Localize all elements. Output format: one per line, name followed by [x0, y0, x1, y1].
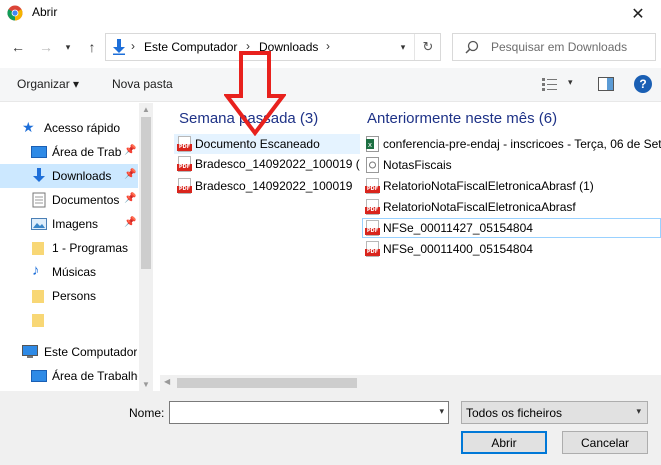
star-icon: ★ — [22, 119, 35, 135]
sidebar-item-1-programas[interactable]: 1 - Programas — [0, 236, 138, 260]
documents-icon — [32, 192, 46, 208]
list-item[interactable]: NotasFiscais — [362, 155, 661, 175]
pin-icon: 📌 — [124, 193, 137, 204]
close-icon: ✕ — [631, 5, 645, 23]
refresh-button[interactable]: ↻ — [414, 34, 441, 60]
sidebar-scrollbar[interactable]: ▲ ▼ — [139, 103, 153, 391]
sidebar-item-acesso-rapido[interactable]: ★ Acesso rápido — [0, 116, 138, 140]
pictures-icon — [31, 218, 47, 230]
organize-button[interactable]: Organizar ▾ — [17, 77, 79, 91]
file-icon — [366, 157, 379, 173]
chrome-icon — [7, 5, 23, 21]
music-icon: ♪ — [32, 262, 40, 279]
pdf-icon — [365, 220, 380, 236]
list-item[interactable]: Bradesco_14092022_100019 (1) — [174, 154, 360, 174]
address-dropdown-button[interactable]: ▾ — [392, 34, 414, 60]
pdf-icon — [177, 178, 192, 194]
view-dropdown-icon[interactable]: ▾ — [568, 77, 573, 88]
scrollbar-thumb[interactable] — [141, 117, 151, 269]
desktop-icon — [31, 146, 47, 158]
forward-button[interactable]: → — [36, 37, 56, 57]
download-icon — [113, 39, 125, 55]
scroll-down-icon[interactable]: ▼ — [142, 380, 150, 389]
list-item[interactable]: RelatorioNotaFiscalEletronicaAbrasf (1) — [362, 176, 661, 196]
chevron-down-icon: ▾ — [400, 41, 406, 52]
search-box[interactable] — [452, 33, 656, 61]
computer-icon — [22, 345, 38, 358]
sidebar-item-folder[interactable] — [0, 308, 138, 332]
folder-icon — [32, 314, 44, 327]
chevron-down-icon: ▾ — [65, 41, 71, 52]
sidebar-item-downloads[interactable]: Downloads 📌 — [0, 164, 138, 188]
filetype-select[interactable]: Todos os ficheiros ▾ — [461, 401, 648, 424]
sidebar-item-imagens[interactable]: Imagens 📌 — [0, 212, 138, 236]
title-bar: Abrir ✕ — [0, 0, 661, 27]
new-folder-button[interactable]: Nova pasta — [112, 77, 173, 91]
sidebar-item-area-de-trabalho-2[interactable]: Área de Trabalho — [0, 364, 138, 388]
pin-icon: 📌 — [124, 145, 137, 156]
command-bar: Organizar ▾ Nova pasta ▾ ? — [0, 68, 661, 102]
svg-text:x: x — [368, 141, 372, 149]
help-icon[interactable]: ? — [634, 75, 652, 93]
back-arrow-icon: ← — [11, 39, 25, 55]
chevron-down-icon: ▾ — [636, 406, 641, 416]
list-item[interactable]: x conferencia-pre-endaj - inscricoes - T… — [362, 134, 661, 154]
scroll-left-icon[interactable]: ◀ — [164, 377, 170, 386]
group-header-anteriormente[interactable]: Anteriormente neste mês (6) — [367, 110, 557, 127]
recent-locations-button[interactable]: ▾ — [58, 37, 78, 57]
view-options-icon[interactable] — [541, 76, 559, 92]
up-button[interactable]: ↑ — [82, 37, 102, 57]
search-icon — [465, 40, 479, 54]
folder-icon — [32, 242, 44, 255]
breadcrumb-separator: › — [326, 39, 330, 53]
pdf-icon — [365, 199, 380, 215]
search-input[interactable] — [491, 38, 651, 56]
pin-icon: 📌 — [124, 217, 137, 228]
sidebar-item-persons[interactable]: Persons — [0, 284, 138, 308]
list-item[interactable]: NFSe_00011427_05154804 — [362, 218, 661, 238]
bottom-panel: Nome: ▾ Todos os ficheiros ▾ Abrir Cance… — [0, 391, 661, 465]
folder-icon — [32, 290, 44, 303]
filename-label: Nome: — [129, 406, 165, 420]
forward-arrow-icon: → — [39, 39, 53, 55]
refresh-icon: ↻ — [422, 39, 434, 54]
scroll-up-icon[interactable]: ▲ — [142, 105, 150, 114]
cancel-button[interactable]: Cancelar — [562, 431, 648, 454]
red-arrow-annotation — [224, 51, 286, 136]
preview-pane-icon[interactable] — [598, 77, 614, 91]
back-button[interactable]: ← — [8, 37, 28, 57]
close-button[interactable]: ✕ — [615, 0, 661, 27]
navigation-pane: ★ Acesso rápido Área de Traba 📌 Download… — [0, 103, 153, 391]
pdf-icon — [365, 178, 380, 194]
list-item[interactable]: Documento Escaneado — [174, 134, 360, 154]
sidebar-item-area-de-trabalho[interactable]: Área de Traba 📌 — [0, 140, 138, 164]
file-list: Semana passada (3) Anteriormente neste m… — [153, 103, 661, 375]
sidebar-item-musicas[interactable]: ♪ Músicas — [0, 260, 138, 284]
pin-icon: 📌 — [124, 169, 137, 180]
pdf-icon — [177, 156, 192, 172]
pdf-icon — [177, 136, 192, 152]
window-title: Abrir — [32, 5, 58, 19]
sidebar-item-documentos[interactable]: Documentos 📌 — [0, 188, 138, 212]
list-item[interactable]: RelatorioNotaFiscalEletronicaAbrasf — [362, 197, 661, 217]
list-item[interactable]: NFSe_00011400_05154804 — [362, 239, 661, 259]
filename-combobox[interactable]: ▾ — [169, 401, 449, 424]
pdf-icon — [365, 241, 380, 257]
filename-input[interactable] — [173, 405, 423, 421]
chevron-down-icon[interactable]: ▾ — [439, 406, 444, 417]
desktop-icon — [31, 370, 47, 382]
list-item[interactable]: Bradesco_14092022_100019 — [174, 176, 360, 196]
horizontal-scrollbar[interactable]: ◀ — [160, 375, 661, 391]
breadcrumb-separator: › — [131, 39, 135, 53]
sidebar-item-este-computador[interactable]: Este Computador — [0, 340, 138, 364]
scrollbar-thumb[interactable] — [177, 378, 357, 388]
navigation-bar: ← → ▾ ↑ › Este Computador › Downloads › … — [0, 31, 661, 63]
download-icon — [33, 168, 45, 182]
up-arrow-icon: ↑ — [88, 39, 96, 55]
open-button[interactable]: Abrir — [461, 431, 547, 454]
excel-icon: x — [366, 136, 379, 152]
